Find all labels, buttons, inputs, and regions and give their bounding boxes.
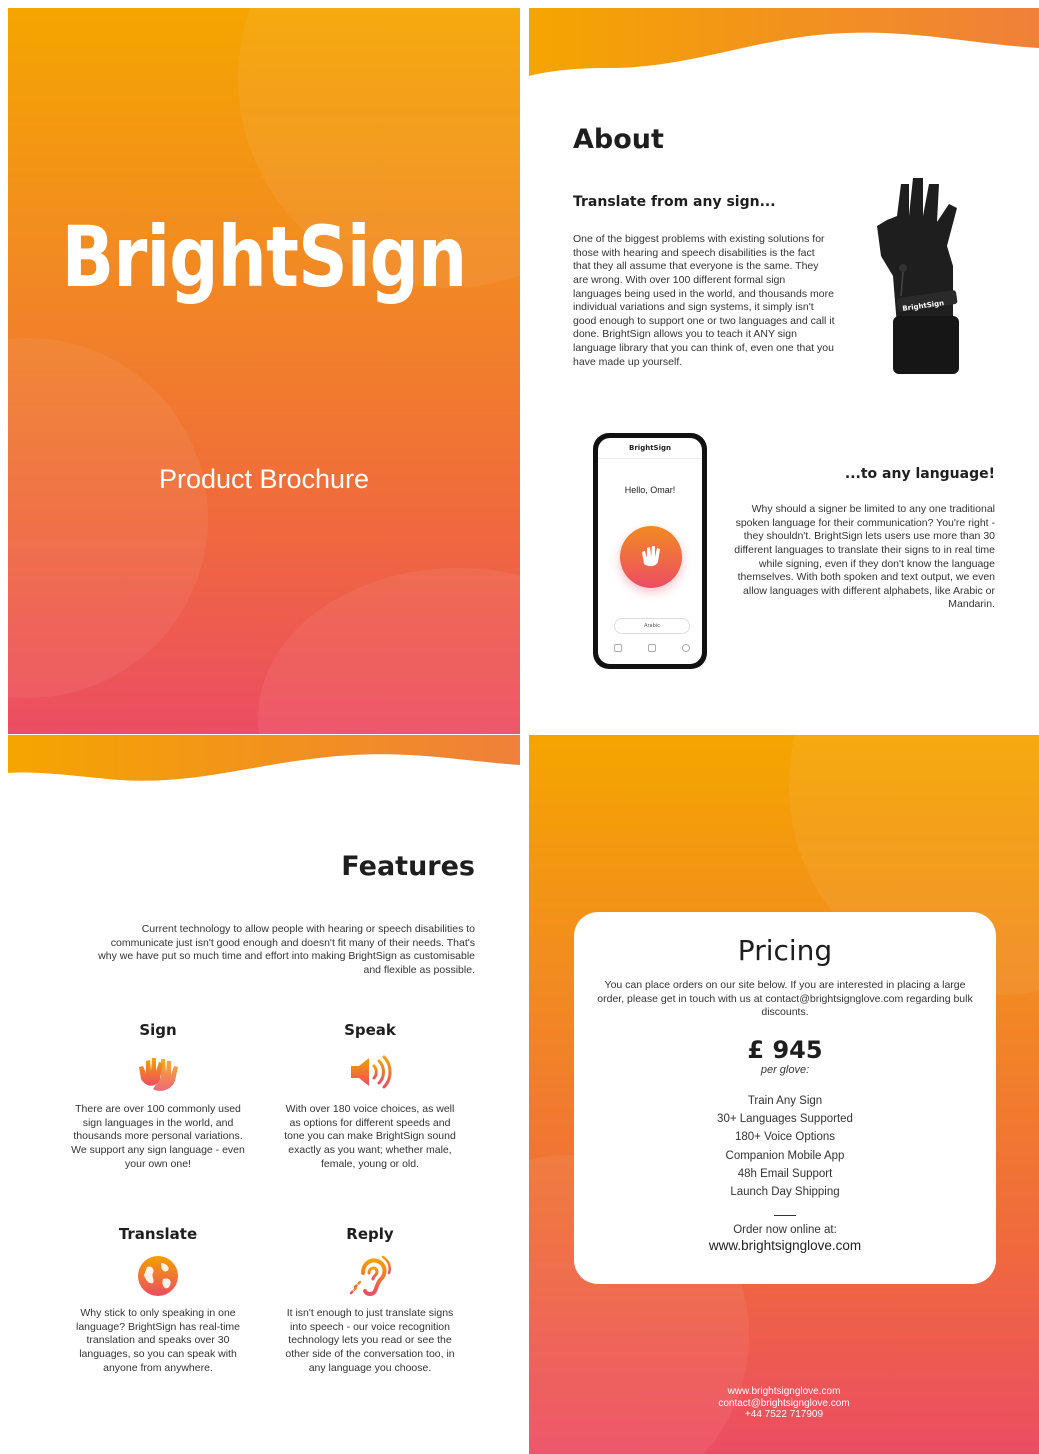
feature-reply: Reply It isn't enough to just translate … xyxy=(280,1225,460,1375)
footer-phone: +44 7522 717909 xyxy=(744,1409,824,1420)
feature-text: It isn't enough to just translate signs … xyxy=(285,1307,455,1374)
contact-footer: www.brightsignglove.com contact@brightsi… xyxy=(529,1386,1039,1421)
features-page: Features Current technology to allow peo… xyxy=(8,735,520,1454)
glove-image: BrightSign xyxy=(877,178,959,374)
feature-title: Sign xyxy=(139,1021,177,1039)
feature-text: There are over 100 commonly used sign la… xyxy=(71,1103,245,1170)
section-language-text: Why should a signer be limited to any on… xyxy=(734,503,995,611)
feature-translate: Translate Why stick to only speaking in … xyxy=(68,1225,248,1375)
phone-bottom-nav xyxy=(598,644,702,658)
pricing-feature: 48h Email Support xyxy=(737,1167,833,1180)
top-wave-decoration xyxy=(529,8,1039,76)
feature-text: With over 180 voice choices, as well as … xyxy=(284,1103,456,1170)
about-heading: About xyxy=(573,124,664,155)
ear-icon xyxy=(349,1255,391,1296)
pricing-feature-list: Train Any Sign 30+ Languages Supported 1… xyxy=(574,1092,996,1201)
feature-title: Translate xyxy=(118,1225,198,1243)
sign-hands-icon xyxy=(139,1058,178,1091)
about-page: About Translate from any sign... One of … xyxy=(529,8,1039,734)
footer-email: contact@brightsignglove.com xyxy=(718,1397,850,1409)
cover-page: BrightSign Product Brochure xyxy=(8,8,520,734)
hands-icon xyxy=(642,546,660,567)
nav-home-icon xyxy=(614,644,622,652)
pricing-heading: Pricing xyxy=(737,934,833,967)
cover-title: BrightSign xyxy=(61,208,468,306)
phone-app-brand: BrightSign xyxy=(629,444,671,452)
nav-settings-icon xyxy=(682,644,690,652)
feature-title: Reply xyxy=(346,1225,394,1243)
speaker-icon xyxy=(351,1055,392,1089)
pricing-intro: You can place orders on our site below. … xyxy=(597,979,973,1019)
phone-sign-button xyxy=(620,526,682,588)
price: £ 945 xyxy=(747,1035,823,1064)
feature-text: Why stick to only speaking in one langua… xyxy=(75,1307,241,1374)
pricing-feature: Companion Mobile App xyxy=(725,1149,845,1162)
phone-mockup: BrightSign Hello, Omar! Arabic xyxy=(593,433,707,669)
background-blob xyxy=(258,568,520,734)
pricing-card: Pricing You can place orders on our site… xyxy=(574,912,996,1284)
features-heading: Features xyxy=(341,851,475,882)
cover-subtitle: Product Brochure xyxy=(158,464,370,494)
order-label: Order now online at: xyxy=(733,1224,837,1237)
phone-language-select: Arabic xyxy=(614,618,690,634)
pricing-feature: Launch Day Shipping xyxy=(730,1185,840,1198)
top-wave-decoration xyxy=(8,735,520,781)
order-url: www.brightsignglove.com xyxy=(708,1238,862,1254)
section-translate-title: Translate from any sign... xyxy=(573,194,776,210)
pricing-feature: 180+ Voice Options xyxy=(734,1131,836,1144)
footer-website: www.brightsignglove.com xyxy=(727,1386,841,1397)
feature-speak: Speak With over 180 voice choices, as we… xyxy=(280,1021,460,1171)
divider xyxy=(774,1215,796,1217)
section-language-title: ...to any language! xyxy=(844,466,995,482)
section-translate-text: One of the biggest problems with existin… xyxy=(573,233,835,368)
background-blob xyxy=(8,338,208,698)
phone-header-divider xyxy=(598,458,702,459)
price-unit: per glove: xyxy=(760,1063,810,1076)
feature-title: Speak xyxy=(344,1021,396,1039)
features-intro: Current technology to allow people with … xyxy=(98,923,475,976)
pricing-feature: Train Any Sign xyxy=(747,1094,823,1107)
nav-glove-icon xyxy=(648,644,656,652)
pricing-page: Pricing You can place orders on our site… xyxy=(529,735,1039,1454)
phone-screen: BrightSign Hello, Omar! Arabic xyxy=(598,438,702,664)
pricing-feature: 30+ Languages Supported xyxy=(717,1113,853,1126)
feature-sign: Sign There are over 100 commonly used si… xyxy=(68,1021,248,1171)
phone-greeting: Hello, Omar! xyxy=(624,485,676,495)
globe-icon xyxy=(138,1256,178,1296)
